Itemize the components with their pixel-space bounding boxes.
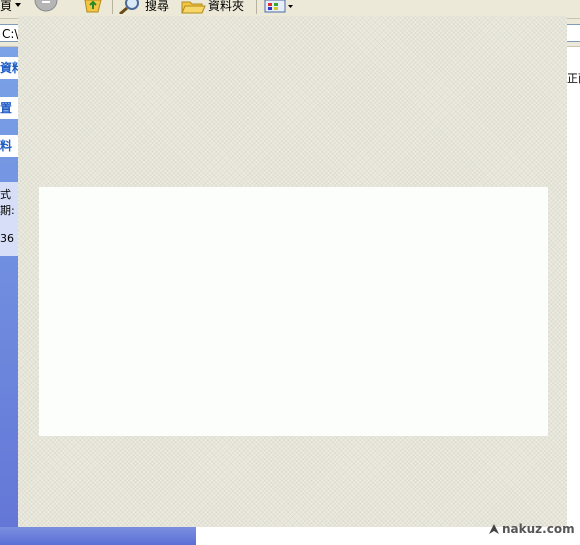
toolbar-back-label[interactable]: 頁 <box>0 0 12 14</box>
file-pane <box>567 47 580 545</box>
details-panel: 式 期: 2 36 K <box>0 182 18 256</box>
search-button-label[interactable]: 搜尋 <box>145 0 169 14</box>
sidebar-section-header[interactable]: 資料 <box>0 57 18 79</box>
dropdown-arrow-icon[interactable] <box>14 0 22 15</box>
details-type: 式 <box>0 188 11 201</box>
details-date: 期: 2 <box>0 204 18 217</box>
folder-up-icon[interactable] <box>83 0 105 17</box>
folders-button-label[interactable]: 資料夾 <box>208 0 244 14</box>
stop-icon[interactable] <box>33 0 59 17</box>
file-pane-text: 正面 <box>567 72 580 85</box>
address-value: C:\ <box>2 27 19 41</box>
folders-icon[interactable] <box>181 0 207 17</box>
magnifier-icon[interactable] <box>117 0 143 17</box>
views-icon[interactable] <box>264 0 294 17</box>
watermark-text: nakuz.com <box>502 522 575 536</box>
sidebar-section-header[interactable]: 置 <box>0 97 18 119</box>
dialog-content-pane <box>39 187 548 436</box>
dialog-window <box>18 16 567 527</box>
task-sidebar: 資料 置 料 <box>0 47 18 545</box>
taskbar <box>0 527 196 545</box>
watermark-logo-icon <box>488 523 500 538</box>
watermark: nakuz.com <box>488 522 575 538</box>
details-size: 36 K <box>0 232 18 245</box>
sidebar-section-header[interactable]: 料 <box>0 135 18 157</box>
